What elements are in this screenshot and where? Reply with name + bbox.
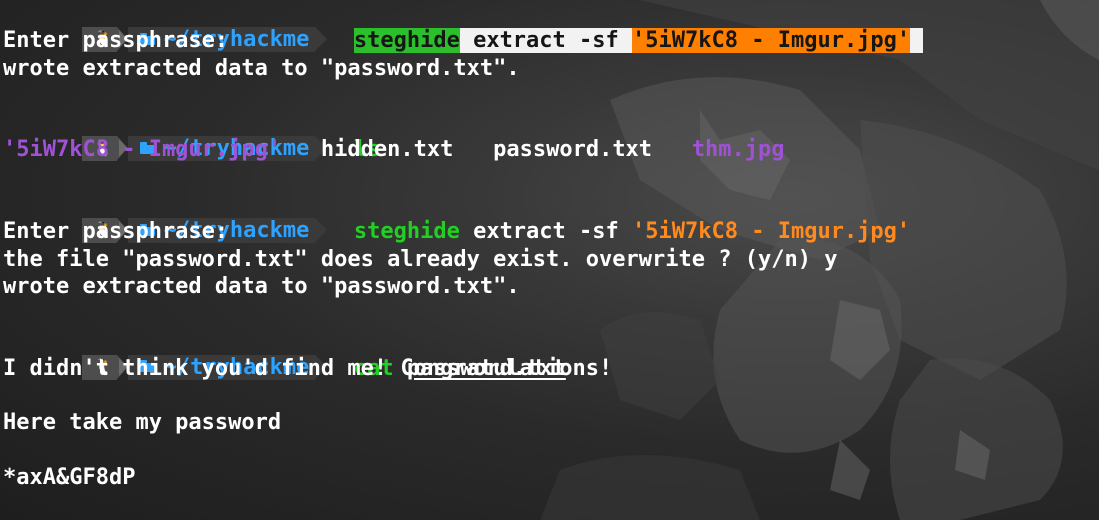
output-line: the file "password.txt" does already exi…	[3, 246, 838, 272]
prompt-line: 🐧 ~/tryhackme steghide extract -sf '5iW7k…	[0, 191, 1099, 244]
output-line: wrote extracted data to "password.txt".	[3, 273, 520, 299]
prompt-line: 🐧 ~/tryhackme ls	[0, 109, 1099, 162]
listing-entry-image: '5iW7kC8 - Imgur.jpg'	[3, 137, 282, 163]
password-output-line: *axA&GF8dP	[3, 465, 136, 491]
output-line: Here take my password	[3, 410, 282, 436]
terminal-window[interactable]: 🐧 ~/tryhackme steghide extract -sf '5iW7k…	[0, 0, 1099, 520]
listing-entry-text: hidden.txt	[320, 137, 454, 163]
output-line: wrote extracted data to "password.txt".	[3, 55, 520, 81]
listing-entry-text: password.txt	[493, 137, 653, 163]
output-line: Enter passphrase:	[3, 28, 229, 54]
prompt-line: 🐧 ~/tryhackme cat password.txt	[0, 328, 1099, 381]
output-line: Enter passphrase:	[3, 219, 229, 245]
output-line: I didn't think you'd find me! Congratula…	[3, 355, 613, 381]
ls-output-line: '5iW7kC8 - Imgur.jpg' hidden.txt passwor…	[0, 136, 1099, 163]
listing-entry-image: thm.jpg	[691, 137, 785, 163]
prompt-line: 🐧 ~/tryhackme steghide extract -sf '5iW7k…	[0, 0, 1099, 54]
